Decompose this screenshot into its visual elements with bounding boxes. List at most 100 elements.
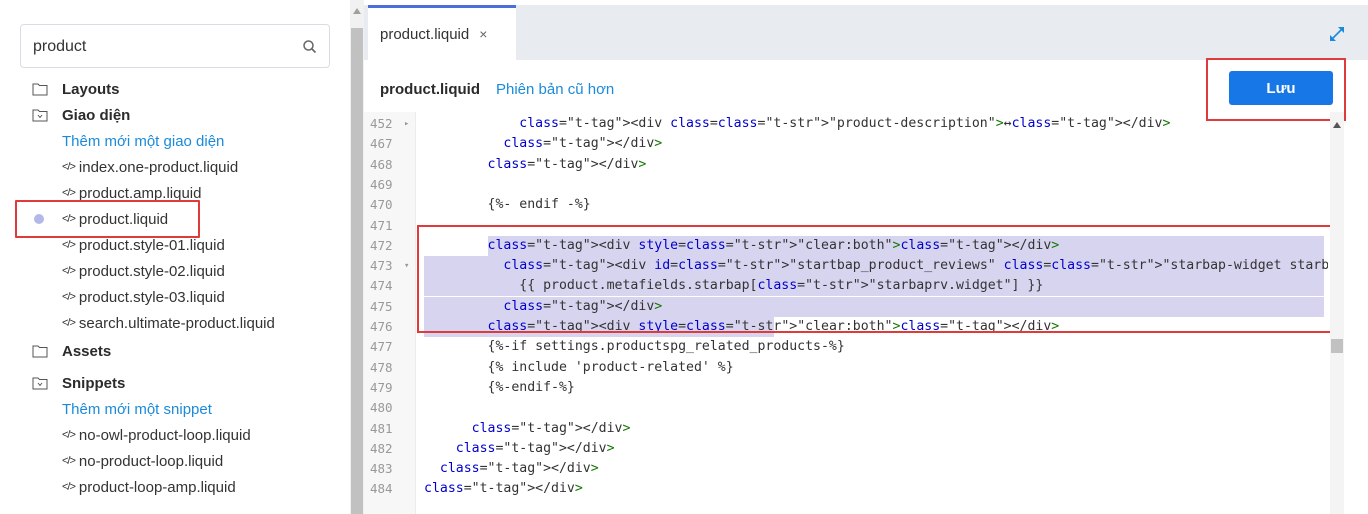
sidebar-scrollbar[interactable] xyxy=(350,0,364,514)
search-box xyxy=(20,24,330,68)
code-tag-icon: </> xyxy=(62,481,76,493)
file-item[interactable]: </> index.one-product.liquid xyxy=(0,154,350,180)
code-tag-icon: </> xyxy=(62,317,76,329)
tab-label: product.liquid xyxy=(380,25,470,43)
file-item[interactable]: </> no-owl-product-loop.liquid xyxy=(0,422,350,448)
code-line[interactable]: 478 {% include 'product-related' %} xyxy=(364,358,1328,378)
folder-layouts[interactable]: Layouts xyxy=(0,76,350,102)
code-text: class="t-tag"><div class=class="t-str">"… xyxy=(519,116,1171,131)
code-text: {%- endif -%} xyxy=(424,197,591,213)
code-line[interactable]: 479 {%-endif-%} xyxy=(364,378,1328,398)
code-text: class="t-tag"><div style=class="t-str">"… xyxy=(487,319,1060,334)
line-number: 483 xyxy=(370,461,393,477)
code-line[interactable]: 482 class="t-tag"></div> xyxy=(364,439,1328,459)
code-text: {{ product.metafields.starbap[class="t-s… xyxy=(424,278,1044,294)
code-line[interactable]: 475 class="t-tag"></div> xyxy=(364,297,1328,317)
file-item[interactable]: </> product.style-01.liquid xyxy=(0,232,350,258)
code-text: class="t-tag"></div> xyxy=(503,298,663,314)
code-line[interactable]: 467 class="t-tag"></div> xyxy=(364,134,1328,154)
code-tag-icon: </> xyxy=(62,161,76,173)
line-number: 469 xyxy=(370,176,393,192)
folder-label: Assets xyxy=(62,342,112,360)
line-number: 482 xyxy=(370,440,393,456)
code-text: class="t-tag"><div id=class="t-str">"sta… xyxy=(503,258,1328,274)
code-line[interactable]: 473 ▾ class="t-tag"><div id=class="t-str"… xyxy=(364,256,1328,276)
scrollbar-thumb[interactable] xyxy=(1331,339,1343,353)
line-number: 471 xyxy=(370,217,393,233)
close-icon[interactable]: × xyxy=(479,26,487,42)
code-line[interactable]: 469 xyxy=(364,175,1328,195)
code-line[interactable]: 480 xyxy=(364,398,1328,418)
folder-label: Layouts xyxy=(62,80,120,98)
add-template-link[interactable]: Thêm mới một giao diện xyxy=(0,128,350,154)
file-item[interactable]: </> product-loop-amp.liquid xyxy=(0,474,350,500)
folder-icon xyxy=(32,83,48,96)
scroll-up-icon[interactable] xyxy=(353,8,361,14)
code-line[interactable]: 468 class="t-tag"></div> xyxy=(364,155,1328,175)
old-version-link[interactable]: Phiên bản cũ hơn xyxy=(496,81,614,98)
tab-bar: product.liquid × xyxy=(364,5,1368,60)
code-editor[interactable]: 452 ▸ class="t-tag"><div class=class="t-s… xyxy=(364,112,1328,514)
code-text: {% include 'product-related' %} xyxy=(424,359,734,375)
expand-icon[interactable] xyxy=(1328,25,1346,43)
code-text: class="t-tag"></div> xyxy=(439,461,599,477)
code-tag-icon: </> xyxy=(62,455,76,467)
code-line[interactable]: 476 class="t-tag"><div style=class="t-st… xyxy=(364,317,1328,337)
file-item[interactable]: </> product.amp.liquid xyxy=(0,180,350,206)
file-item[interactable]: </> product.style-03.liquid xyxy=(0,284,350,310)
code-tag-icon: </> xyxy=(62,265,76,277)
line-number: 472 xyxy=(370,237,393,253)
tab-product-liquid[interactable]: product.liquid × xyxy=(368,5,516,60)
app-root: Layouts Giao diện Thêm mới một giao diện… xyxy=(0,0,1368,514)
code-tag-icon: </> xyxy=(62,239,76,251)
file-item-active[interactable]: </> product.liquid xyxy=(0,206,350,232)
editor-panel: product.liquid × product.liquid Phiên bả… xyxy=(364,0,1368,514)
folder-snippets[interactable]: Snippets xyxy=(0,370,350,396)
code-scrollbar[interactable] xyxy=(1330,112,1344,514)
code-line[interactable]: 470 {%- endif -%} xyxy=(364,195,1328,215)
code-line[interactable]: 471 xyxy=(364,216,1328,236)
folder-label: Snippets xyxy=(62,374,126,392)
line-number: 480 xyxy=(370,400,393,416)
code-line[interactable]: 484 class="t-tag"></div> xyxy=(364,479,1328,499)
line-number: 477 xyxy=(370,339,393,355)
file-item[interactable]: </> search.ultimate-product.liquid xyxy=(0,310,350,336)
folder-open-icon xyxy=(32,109,48,122)
folder-icon xyxy=(32,345,48,358)
file-sidebar: Layouts Giao diện Thêm mới một giao diện… xyxy=(0,0,350,514)
file-item[interactable]: </> product.style-02.liquid xyxy=(0,258,350,284)
file-title: product.liquid xyxy=(380,81,480,98)
line-number: 475 xyxy=(370,298,393,314)
add-snippet-link[interactable]: Thêm mới một snippet xyxy=(0,396,350,422)
scroll-up-icon[interactable] xyxy=(1333,122,1341,128)
code-line[interactable]: 477 {%-if settings.productspg_related_pr… xyxy=(364,337,1328,357)
code-text: class="t-tag"></div> xyxy=(455,440,615,456)
code-text: class="t-tag"></div> xyxy=(487,156,647,172)
search-input[interactable] xyxy=(33,35,293,59)
line-number: 478 xyxy=(370,359,393,375)
code-text: {%-endif-%} xyxy=(424,379,575,395)
code-line[interactable]: 472 class="t-tag"><div style=class="t-st… xyxy=(364,236,1328,256)
fold-toggle-icon[interactable]: ▸ xyxy=(404,114,409,134)
search-icon[interactable] xyxy=(301,38,319,56)
file-tree: Layouts Giao diện Thêm mới một giao diện… xyxy=(0,76,350,500)
code-line[interactable]: 452 ▸ class="t-tag"><div class=class="t-s… xyxy=(364,114,1328,134)
line-number: 467 xyxy=(370,136,393,152)
code-tag-icon: </> xyxy=(62,429,76,441)
code-tag-icon: </> xyxy=(62,213,76,225)
code-line[interactable]: 481 class="t-tag"></div> xyxy=(364,419,1328,439)
scrollbar-thumb[interactable] xyxy=(351,28,363,514)
folder-assets[interactable]: Assets xyxy=(0,338,350,364)
fold-toggle-icon[interactable]: ▾ xyxy=(404,256,409,276)
line-number: 470 xyxy=(370,197,393,213)
code-text: {%-if settings.productspg_related_produc… xyxy=(424,339,845,355)
folder-templates[interactable]: Giao diện xyxy=(0,102,350,128)
code-line[interactable]: 483 class="t-tag"></div> xyxy=(364,459,1328,479)
line-number: 481 xyxy=(370,420,393,436)
line-number: 476 xyxy=(370,319,393,334)
file-item[interactable]: </> no-product-loop.liquid xyxy=(0,448,350,474)
code-text: class="t-tag"></div> xyxy=(503,136,663,152)
folder-open-icon xyxy=(32,377,48,390)
code-line[interactable]: 474 {{ product.metafields.starbap[class=… xyxy=(364,276,1328,296)
save-button[interactable]: Lưu xyxy=(1229,71,1333,105)
